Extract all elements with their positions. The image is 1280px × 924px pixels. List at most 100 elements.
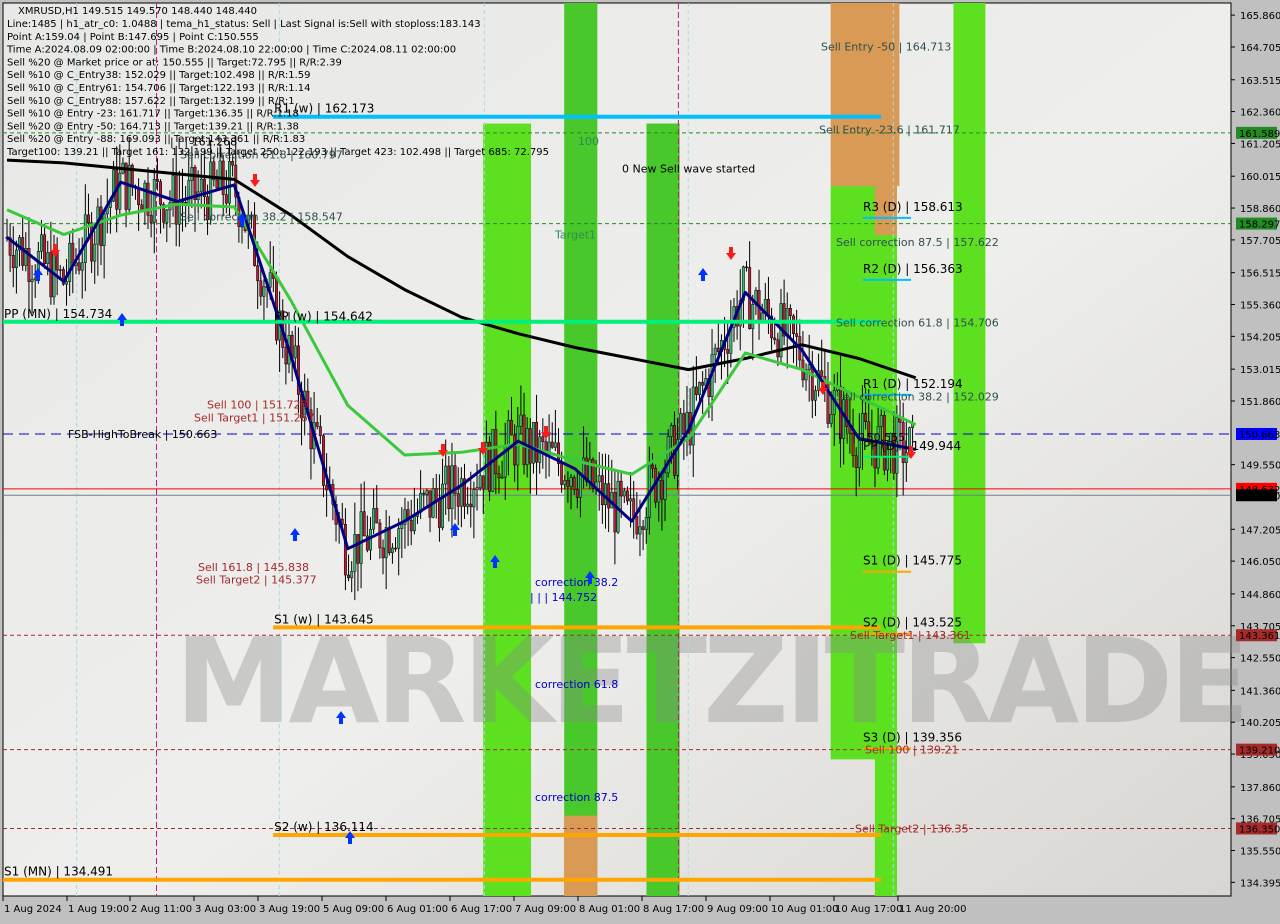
bear-candle: [572, 477, 576, 490]
watermark-text: MARKETZITRADE: [175, 612, 1246, 750]
bull-candle: [751, 304, 755, 330]
y-tick-label: 154.205: [1240, 332, 1280, 343]
x-tick-label: 8 Aug 01:00: [579, 904, 640, 915]
info-line: Sell %10 @ C_Entry38: 152.029 || Target:…: [7, 70, 310, 81]
bear-candle: [159, 181, 162, 205]
bear-candle: [49, 252, 53, 298]
bull-candle: [519, 414, 523, 427]
bear-candle: [481, 475, 485, 490]
bull-candle: [638, 526, 642, 535]
trading-chart[interactable]: MARKETZITRADE R1 (w) | 162.173 PP (MN) | …: [0, 0, 1280, 920]
symbol-header: XMRUSD,H1 149.515 149.570 148.440 148.44…: [18, 6, 257, 17]
y-tick-label: 140.205: [1240, 718, 1280, 729]
bull-candle: [444, 465, 448, 485]
bear-candle: [600, 475, 604, 506]
bear-candle: [318, 426, 322, 436]
info-line: Target100: 139.21 || Target 161: 132.199…: [6, 147, 549, 158]
signal-zone: [483, 123, 532, 897]
y-tick-label: 163.515: [1240, 76, 1280, 87]
chart-annotation: Sell Target1 | 143.361: [850, 629, 971, 642]
bear-candle: [788, 307, 792, 317]
signal-zone: [564, 815, 598, 896]
bear-candle: [625, 490, 629, 502]
chart-annotation: | | | 150.555: [838, 431, 905, 444]
y-tick-label: 142.550: [1240, 654, 1280, 665]
x-tick-label: 11 Aug 20:00: [899, 904, 966, 915]
bull-candle: [629, 498, 633, 502]
bear-candle: [795, 333, 799, 337]
pivot-level-label: PP (MN) | 154.734: [4, 307, 112, 321]
bull-candle: [102, 213, 106, 246]
chart-annotation: Target1: [554, 229, 596, 242]
bear-candle: [619, 480, 623, 497]
x-tick-label: 5 Aug 09:00: [323, 904, 384, 915]
bear-candle: [701, 382, 705, 386]
bull-candle: [450, 465, 454, 509]
chart-annotation: Sell Entry -50 | 164.713: [821, 41, 951, 54]
bear-candle: [682, 413, 686, 434]
y-tick-label: 157.705: [1240, 236, 1280, 247]
bear-candle: [773, 337, 777, 341]
bear-candle: [11, 254, 15, 268]
bull-candle: [807, 364, 811, 370]
bear-candle: [422, 492, 426, 495]
info-line: Sell %10 @ C_Entry88: 157.622 || Target:…: [7, 96, 295, 107]
bull-candle: [58, 269, 62, 271]
chart-annotation: Sell correction 38.2 | 158.547: [180, 211, 343, 224]
bull-candle: [663, 472, 667, 500]
y-tick-label: 153.015: [1240, 365, 1280, 376]
chart-annotation: 0 New Sell wave started: [622, 162, 755, 175]
bear-candle: [776, 339, 780, 358]
bull-candle: [644, 517, 648, 530]
y-tick-label: 164.705: [1240, 43, 1280, 54]
x-tick-label: 6 Aug 17:00: [451, 904, 512, 915]
bear-candle: [497, 473, 501, 479]
bear-candle: [325, 485, 329, 491]
x-tick-label: 6 Aug 01:00: [387, 904, 448, 915]
bear-candle: [613, 491, 617, 533]
chart-annotation: Sell correction 38.2 | 152.029: [836, 390, 999, 403]
signal-zone: [646, 123, 680, 897]
pivot-level-label: R1 (D) | 152.194: [863, 377, 963, 391]
bear-candle: [155, 179, 159, 182]
y-tick-label: 134.395: [1240, 878, 1280, 889]
bull-candle: [400, 523, 404, 529]
pivot-level-label: S2 (w) | 136.114: [274, 820, 374, 834]
chart-annotation: 100: [578, 135, 599, 148]
bull-candle: [547, 441, 551, 453]
info-line: Line:1485 | h1_atr_c0: 1.0488 | tema_h1_…: [7, 19, 481, 30]
bull-candle: [569, 477, 573, 487]
pivot-level-label: R2 (D) | 156.363: [863, 262, 963, 276]
bear-candle: [231, 161, 235, 166]
y-tick-label: 162.360: [1240, 108, 1280, 119]
chart-annotation: FSB-HighToBreak | 150.663: [68, 428, 217, 441]
bull-candle: [30, 279, 34, 282]
bear-candle: [632, 498, 636, 517]
bull-candle: [353, 534, 357, 572]
bear-candle: [469, 503, 473, 508]
bull-candle: [40, 234, 43, 252]
bear-candle: [792, 315, 795, 334]
y-tick-label: 158.860: [1240, 204, 1280, 215]
x-tick-label: 2 Aug 11:00: [131, 904, 192, 915]
y-tick-label: 147.205: [1240, 525, 1280, 536]
bull-candle: [152, 179, 156, 223]
bear-candle: [745, 266, 748, 269]
bull-candle: [478, 475, 482, 488]
x-tick-label: 1 Aug 2024: [4, 904, 62, 915]
bear-candle: [256, 265, 260, 282]
bear-candle: [660, 480, 664, 500]
x-tick-label: 10 Aug 17:00: [835, 904, 902, 915]
bear-candle: [694, 386, 698, 395]
bull-candle: [268, 272, 272, 288]
y-tick-label: 151.860: [1240, 397, 1280, 408]
bear-candle: [510, 419, 513, 436]
bull-candle: [350, 570, 354, 579]
bear-candle: [362, 511, 366, 537]
pivot-level-label: S1 (D) | 145.775: [863, 554, 962, 568]
signal-zone: [830, 3, 900, 187]
bull-candle: [622, 490, 626, 497]
chart-annotation: | | | 144.752: [530, 591, 597, 604]
bear-candle: [284, 347, 288, 365]
bull-candle: [553, 442, 557, 448]
